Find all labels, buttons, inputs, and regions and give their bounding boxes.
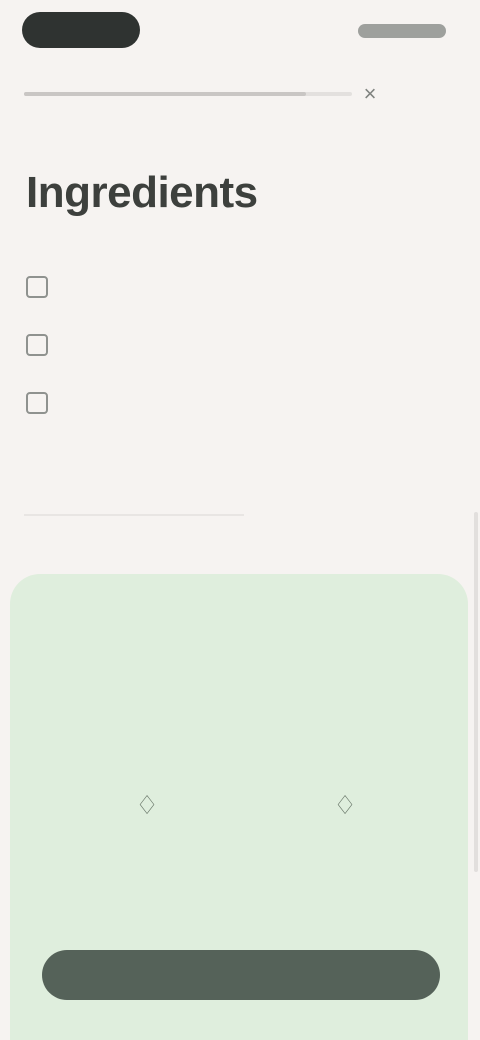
status-bar — [0, 0, 480, 64]
divider — [24, 514, 244, 516]
checkbox-icon[interactable] — [26, 276, 48, 298]
app-screen: × Ingredients ♢ ♢ — [0, 0, 480, 1040]
ingredients-list — [26, 268, 346, 442]
scrollbar[interactable] — [474, 512, 478, 872]
ingredient-item[interactable] — [26, 268, 346, 306]
checkbox-icon[interactable] — [26, 392, 48, 414]
cart-action-button[interactable]: ♢ — [300, 790, 390, 828]
recipe-action-button[interactable]: ♢ — [102, 790, 192, 828]
close-button[interactable]: × — [356, 80, 384, 108]
recipe-icon: ♢ — [135, 790, 159, 820]
ingredient-item[interactable] — [26, 384, 346, 422]
cart-icon: ♢ — [333, 790, 357, 820]
bottom-action-bar[interactable] — [42, 950, 440, 1000]
close-icon: × — [363, 81, 377, 106]
progress-bar-fill — [24, 92, 307, 96]
ingredient-item[interactable] — [26, 326, 346, 364]
page-title: Ingredients — [26, 168, 258, 217]
status-icons — [358, 24, 446, 38]
checkbox-icon[interactable] — [26, 334, 48, 356]
progress-bar — [24, 92, 352, 96]
camera-pill-icon — [22, 12, 140, 48]
